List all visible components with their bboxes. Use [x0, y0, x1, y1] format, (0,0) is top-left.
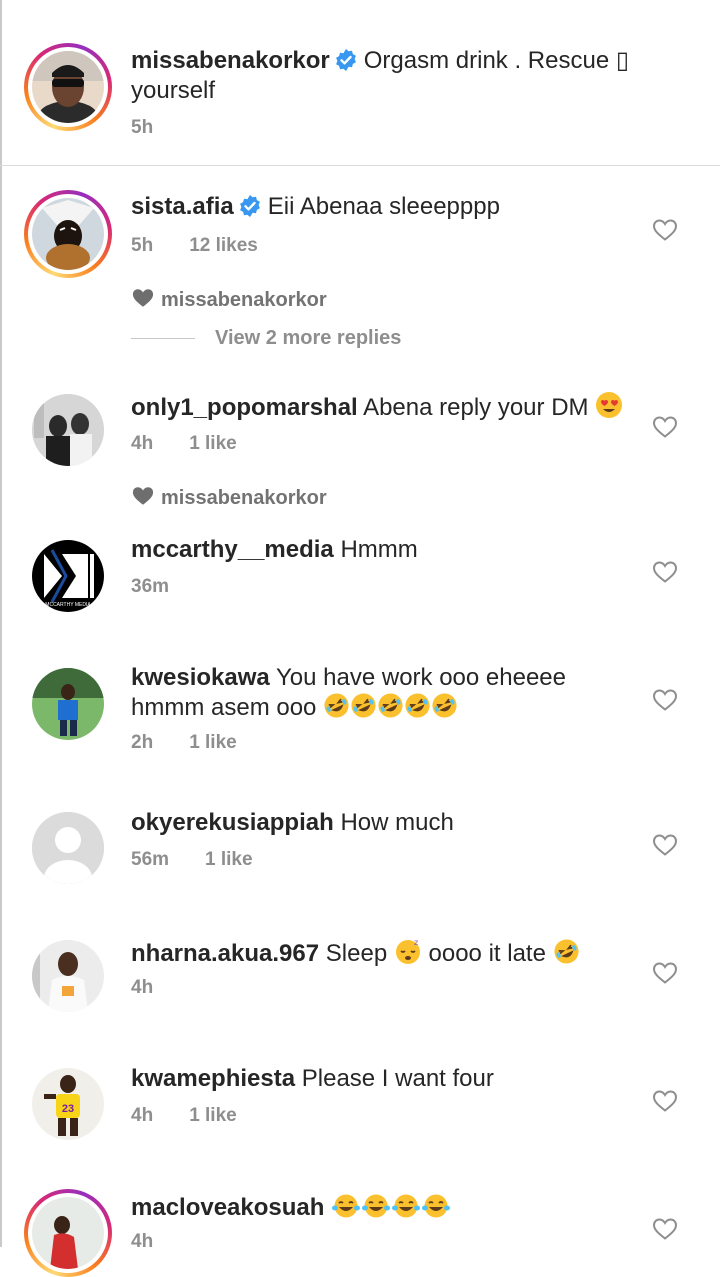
caption-avatar[interactable] [24, 43, 112, 131]
like-heart-icon[interactable] [652, 560, 678, 584]
avatar-logo-text: MCCARTHY MEDIA [45, 602, 91, 608]
comment-username[interactable]: kwamephiesta [131, 1065, 295, 1092]
comment-meta: 5h 12 likes [131, 235, 258, 257]
comment-meta: 36m [131, 576, 169, 598]
view-replies-label: View 2 more replies [215, 327, 402, 349]
comment-text: sista.afia Eii Abenaa sleeepppp [131, 193, 631, 221]
comment-likes[interactable]: 1 like [189, 732, 237, 753]
like-heart-icon[interactable] [652, 961, 678, 985]
comment-text: kwamephiesta Please I want four [131, 1065, 631, 1093]
verified-badge-icon [335, 49, 356, 71]
liked-by-username: missabenakorkor [161, 487, 327, 509]
comment-body: How much [340, 809, 454, 836]
caption-username[interactable]: missabenakorkor [131, 47, 330, 74]
comment-body-b: oooo it late [428, 940, 546, 967]
verified-badge-icon [239, 195, 260, 217]
commenter-avatar[interactable]: 23 [32, 1068, 104, 1140]
like-heart-icon[interactable] [652, 218, 678, 242]
joy-emoji-icon [332, 1194, 361, 1218]
missing-glyph: ▯ [615, 47, 630, 74]
filled-heart-icon [132, 289, 154, 307]
caption-text: missabenakorkor Orgasm drink . Rescue ▯ y… [131, 46, 651, 106]
rofl-emoji-icon [378, 693, 403, 718]
comment-username[interactable]: kwesiokawa [131, 664, 270, 691]
like-heart-icon[interactable] [652, 1217, 678, 1241]
joy-emoji-group [331, 1194, 451, 1221]
joy-emoji-icon [392, 1194, 421, 1218]
rofl-emoji-icon [432, 693, 457, 718]
commenter-avatar[interactable] [32, 668, 104, 740]
comment-body: Hmmm [340, 536, 418, 563]
rofl-emoji-icon [351, 693, 376, 718]
comment-time: 4h [131, 1231, 154, 1252]
divider [0, 165, 720, 166]
creator-liked-indicator: missabenakorkor [131, 485, 327, 510]
like-heart-icon[interactable] [652, 688, 678, 712]
like-heart-icon[interactable] [652, 415, 678, 439]
comment-meta: 56m 1 like [131, 849, 253, 871]
joy-emoji-icon [422, 1194, 451, 1218]
default-avatar[interactable] [32, 812, 104, 884]
rofl-emoji-icon [324, 693, 349, 718]
comment-username[interactable]: nharna.akua.967 [131, 940, 319, 967]
svg-text:z: z [414, 938, 418, 947]
comment-time: 36m [131, 576, 170, 597]
rofl-emoji-group [323, 693, 458, 721]
frame-edge [0, 0, 2, 1247]
comment-time: 5h [131, 235, 154, 256]
comment-time: 4h [131, 433, 154, 454]
rofl-emoji-icon [554, 939, 579, 964]
comment-time: 56m [131, 849, 170, 870]
comment-text: kwesiokawa You have work ooo eheeee hmmm… [131, 664, 631, 722]
comment-time: 4h [131, 977, 154, 998]
comment-meta: 4h [131, 1231, 153, 1253]
comment-username[interactable]: mccarthy__media [131, 536, 334, 563]
comment-likes[interactable]: 1 like [205, 849, 253, 870]
post-caption: missabenakorkor Orgasm drink . Rescue ▯ y… [0, 0, 720, 165]
like-heart-icon[interactable] [652, 1089, 678, 1113]
commenter-avatar[interactable] [24, 190, 112, 278]
comment-body: Abena reply your DM [363, 394, 589, 421]
view-replies-button[interactable]: View 2 more replies [131, 327, 401, 350]
comment-username[interactable]: okyerekusiappiah [131, 809, 334, 836]
heart-eyes-emoji-icon [596, 392, 623, 418]
commenter-avatar[interactable]: MCCARTHY MEDIA [32, 540, 104, 612]
joy-emoji-icon [362, 1194, 391, 1218]
liked-by-username: missabenakorkor [161, 289, 327, 311]
jersey-number: 23 [62, 1103, 74, 1115]
comment-meta: 4h [131, 977, 153, 999]
comment-meta: 4h 1 like [131, 1105, 237, 1127]
like-heart-icon[interactable] [652, 833, 678, 857]
comment-meta: 2h 1 like [131, 732, 237, 754]
comment-text: only1_popomarshal Abena reply your DM [131, 391, 631, 422]
rofl-emoji-icon [405, 693, 430, 718]
creator-liked-indicator: missabenakorkor [131, 287, 327, 312]
comment-body: Eii Abenaa sleeepppp [267, 193, 500, 220]
commenter-avatar[interactable] [32, 940, 104, 1012]
comment-username[interactable]: only1_popomarshal [131, 394, 358, 421]
comment-likes[interactable]: 1 like [189, 433, 237, 454]
replies-line [131, 338, 195, 340]
comment-text: mccarthy__media Hmmm [131, 536, 631, 564]
comment-time: 4h [131, 1105, 154, 1126]
commenter-avatar[interactable] [24, 1189, 112, 1277]
caption-body-2: yourself [131, 77, 216, 104]
filled-heart-icon [132, 487, 154, 505]
comment-likes[interactable]: 1 like [189, 1105, 237, 1126]
comment-username[interactable]: macloveakosuah [131, 1194, 324, 1221]
comment-meta: 4h 1 like [131, 433, 237, 455]
caption-time: 5h [131, 117, 154, 138]
comment-text: nharna.akua.967 Sleep z oooo it late [131, 937, 631, 968]
comment-text: macloveakosuah [131, 1193, 631, 1222]
comment-time: 2h [131, 732, 154, 753]
comment-body: Please I want four [301, 1065, 494, 1092]
sleepy-emoji-icon: z [395, 938, 420, 964]
caption-body: Orgasm drink . Rescue [363, 47, 610, 74]
comment-body-a: Sleep [325, 940, 388, 967]
comment-text: okyerekusiappiah How much [131, 809, 631, 837]
comment-username[interactable]: sista.afia [131, 193, 234, 220]
commenter-avatar[interactable] [32, 394, 104, 466]
comments-screen: missabenakorkor Orgasm drink . Rescue ▯ y… [0, 0, 720, 1277]
comment-likes[interactable]: 12 likes [189, 235, 258, 256]
